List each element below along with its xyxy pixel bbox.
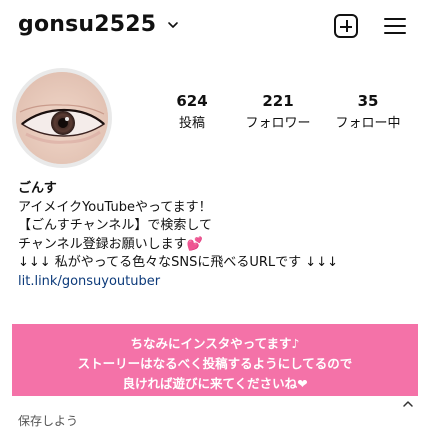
- bio-line: 【ごんすチャンネル】で検索して: [18, 218, 212, 233]
- posts-label: 投稿: [178, 116, 205, 131]
- below-banner-text: 保存しよう: [18, 414, 79, 428]
- bio-line: チャンネル登録お願いします💕: [18, 236, 203, 252]
- followers-label: フォロワー: [245, 116, 311, 131]
- avatar[interactable]: [12, 68, 112, 168]
- bio-line: アイメイクYouTubeやってます！: [18, 199, 212, 215]
- banner-line: ちなみにインスタやってます♪: [130, 336, 300, 351]
- followers-stat[interactable]: 221 フォロワー: [238, 92, 318, 131]
- display-name: ごんす: [18, 181, 57, 196]
- following-count: 35: [357, 92, 379, 110]
- banner-line: ストーリーはなるべく投稿するようにしてるので: [77, 356, 353, 371]
- eye-image: [16, 72, 108, 164]
- followers-count: 221: [262, 92, 294, 110]
- following-stat[interactable]: 35 フォロー中: [328, 92, 408, 131]
- hamburger-menu-icon[interactable]: [384, 15, 408, 37]
- posts-stat[interactable]: 624 投稿: [152, 92, 232, 131]
- plus-square-icon[interactable]: [334, 14, 358, 38]
- bio-link[interactable]: lit.link/gonsuyoutuber: [18, 273, 418, 292]
- banner-line: 良ければ遊びに来てくださいね❤: [122, 376, 308, 391]
- profile-bio: ごんす アイメイクYouTubeやってます！ 【ごんすチャンネル】で検索して チ…: [18, 180, 418, 291]
- avatar-image: [16, 72, 108, 164]
- top-bar: gonsu2525: [0, 0, 430, 56]
- following-label: フォロー中: [335, 116, 401, 131]
- username[interactable]: gonsu2525: [18, 12, 156, 37]
- chevron-down-icon[interactable]: [166, 18, 180, 32]
- chevron-up-icon[interactable]: [402, 398, 414, 410]
- posts-count: 624: [176, 92, 208, 110]
- pink-banner: ちなみにインスタやってます♪ ストーリーはなるべく投稿するようにしてるので 良け…: [12, 324, 418, 396]
- bio-line: ↓↓↓ 私がやってる色々なSNSに飛べるURLです ↓↓↓: [18, 255, 338, 270]
